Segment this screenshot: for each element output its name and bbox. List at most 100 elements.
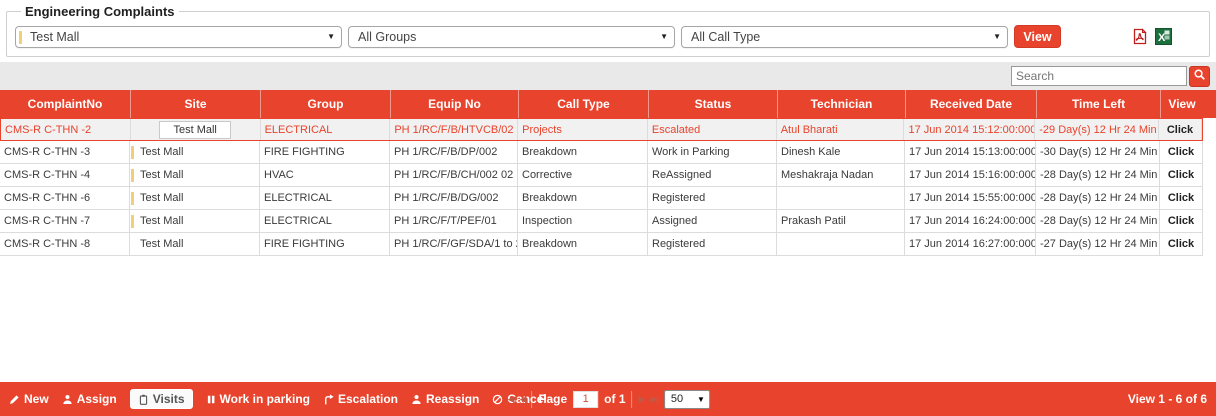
column-header-complaintno[interactable]: ComplaintNo: [0, 90, 130, 118]
cell-equip-no: PH 1/RC/F/B/CH/002 02: [390, 164, 518, 186]
column-header-call-type[interactable]: Call Type: [518, 90, 648, 118]
cell-complaint-no: CMS-R C-THN -7: [0, 210, 130, 232]
reassign-button[interactable]: Reassign: [411, 392, 479, 406]
chevron-down-icon: ▼: [327, 32, 335, 41]
cell-received-date: 17 Jun 2014 15:16:00:000: [905, 164, 1036, 186]
first-page-icon[interactable]: |◀: [506, 394, 513, 405]
cell-site: Test Mall: [130, 210, 260, 232]
cell-group: HVAC: [260, 164, 390, 186]
column-header-site[interactable]: Site: [130, 90, 260, 118]
column-header-view[interactable]: View: [1160, 90, 1203, 118]
filters-row: Test Mall ▼ All Groups ▼ All Call Type ▼…: [15, 25, 1201, 48]
visits-button[interactable]: Visits: [130, 389, 193, 409]
site-select-value: Test Mall: [30, 30, 79, 44]
search-icon: [1193, 68, 1206, 84]
prev-page-icon[interactable]: ◀: [520, 394, 526, 405]
table-row[interactable]: CMS-R C-THN -4 Test Mall HVAC PH 1/RC/F/…: [0, 164, 1203, 187]
next-page-icon[interactable]: ▶: [639, 394, 645, 405]
table-row[interactable]: CMS-R C-THN -8 Test Mall FIRE FIGHTING P…: [0, 233, 1203, 256]
cell-time-left: -28 Day(s) 12 Hr 24 Min: [1036, 187, 1160, 209]
escalation-button[interactable]: Escalation: [323, 392, 398, 406]
view-button[interactable]: View: [1014, 25, 1061, 48]
pager-divider: [531, 391, 532, 408]
last-page-icon[interactable]: ▶|: [650, 394, 657, 405]
table-row[interactable]: CMS-R C-THN -3 Test Mall FIRE FIGHTING P…: [0, 141, 1203, 164]
cell-technician: Dinesh Kale: [777, 141, 905, 163]
row-view-link[interactable]: Click: [1160, 233, 1203, 255]
cell-time-left: -27 Day(s) 12 Hr 24 Min: [1036, 233, 1160, 255]
pager-divider: [632, 391, 633, 408]
cell-group: ELECTRICAL: [261, 119, 391, 140]
cell-complaint-no: CMS-R C-THN -8: [0, 233, 130, 255]
cell-call-type: Corrective: [518, 164, 648, 186]
page-label: Page: [538, 392, 567, 406]
cell-equip-no: PH 1/RC/F/B/DP/002: [390, 141, 518, 163]
cell-group: ELECTRICAL: [260, 187, 390, 209]
cell-equip-no: PH 1/RC/F/B/DG/002: [390, 187, 518, 209]
column-header-time-left[interactable]: Time Left: [1036, 90, 1160, 118]
export-icons: X: [1130, 27, 1173, 46]
cell-time-left: -29 Day(s) 12 Hr 24 Min: [1035, 119, 1159, 140]
table-row[interactable]: CMS-R C-THN -2 Test Mall ELECTRICAL PH 1…: [0, 118, 1203, 141]
table-row[interactable]: CMS-R C-THN -6 Test Mall ELECTRICAL PH 1…: [0, 187, 1203, 210]
chevron-down-icon: ▼: [697, 395, 705, 404]
row-view-link[interactable]: Click: [1160, 187, 1203, 209]
pdf-export-icon[interactable]: [1130, 27, 1149, 46]
assign-button[interactable]: Assign: [62, 392, 117, 406]
site-value-box[interactable]: Test Mall: [159, 121, 230, 139]
cell-group: ELECTRICAL: [260, 210, 390, 232]
row-view-link[interactable]: Click: [1159, 119, 1202, 140]
row-view-link[interactable]: Click: [1160, 210, 1203, 232]
page-number-input[interactable]: [573, 391, 598, 408]
site-select-marker: [19, 31, 22, 44]
row-marker: [131, 192, 134, 205]
page-of-label: of 1: [604, 392, 625, 406]
cell-complaint-no: CMS-R C-THN -6: [0, 187, 130, 209]
page-size-select[interactable]: 50 ▼: [664, 390, 710, 409]
search-button[interactable]: [1189, 66, 1210, 87]
new-button[interactable]: New: [9, 392, 49, 406]
row-view-link[interactable]: Click: [1160, 164, 1203, 186]
person-icon: [411, 394, 422, 405]
column-header-received-date[interactable]: Received Date: [905, 90, 1036, 118]
row-marker: [131, 146, 134, 159]
row-view-link[interactable]: Click: [1160, 141, 1203, 163]
column-header-equip-no[interactable]: Equip No: [390, 90, 518, 118]
cell-group: FIRE FIGHTING: [260, 141, 390, 163]
column-header-technician[interactable]: Technician: [777, 90, 905, 118]
search-input[interactable]: [1011, 66, 1187, 86]
cell-group: FIRE FIGHTING: [260, 233, 390, 255]
row-marker: [131, 169, 134, 182]
cell-complaint-no: CMS-R C-THN -2: [1, 119, 131, 140]
clipboard-icon: [138, 394, 149, 405]
call-type-select[interactable]: All Call Type ▼: [681, 26, 1008, 48]
work-in-parking-button[interactable]: Work in parking: [206, 392, 310, 406]
person-icon: [62, 394, 73, 405]
grid-body: CMS-R C-THN -2 Test Mall ELECTRICAL PH 1…: [0, 118, 1216, 382]
cell-status: Escalated: [648, 119, 777, 140]
filters-fieldset: Engineering Complaints Test Mall ▼ All G…: [6, 4, 1210, 57]
excel-export-icon[interactable]: X: [1154, 27, 1173, 46]
pencil-icon: [9, 394, 20, 405]
footer-toolbar: New Assign Visits Work in parking Escala…: [0, 382, 1216, 416]
cell-complaint-no: CMS-R C-THN -3: [0, 141, 130, 163]
grid-header-row: ComplaintNo Site Group Equip No Call Typ…: [0, 90, 1216, 118]
column-header-status[interactable]: Status: [648, 90, 777, 118]
cell-status: Registered: [648, 187, 777, 209]
record-range-label: View 1 - 6 of 6: [1128, 382, 1207, 416]
cell-equip-no: PH 1/RC/F/T/PEF/01: [390, 210, 518, 232]
cell-time-left: -30 Day(s) 12 Hr 24 Min: [1036, 141, 1160, 163]
pager: |◀ ◀ Page of 1 ▶ ▶| 50 ▼: [506, 382, 710, 416]
column-header-group[interactable]: Group: [260, 90, 390, 118]
call-type-select-value: All Call Type: [691, 30, 760, 44]
cell-site: Test Mall: [130, 187, 260, 209]
site-select[interactable]: Test Mall ▼: [15, 26, 342, 48]
cell-technician: [777, 187, 905, 209]
cell-call-type: Breakdown: [518, 233, 648, 255]
complaints-grid: ComplaintNo Site Group Equip No Call Typ…: [0, 90, 1216, 382]
cell-equip-no: PH 1/RC/F/B/HTVCB/02 0: [390, 119, 518, 140]
cell-call-type: Breakdown: [518, 141, 648, 163]
cell-site: Test Mall: [131, 119, 261, 140]
group-select[interactable]: All Groups ▼: [348, 26, 675, 48]
table-row[interactable]: CMS-R C-THN -7 Test Mall ELECTRICAL PH 1…: [0, 210, 1203, 233]
